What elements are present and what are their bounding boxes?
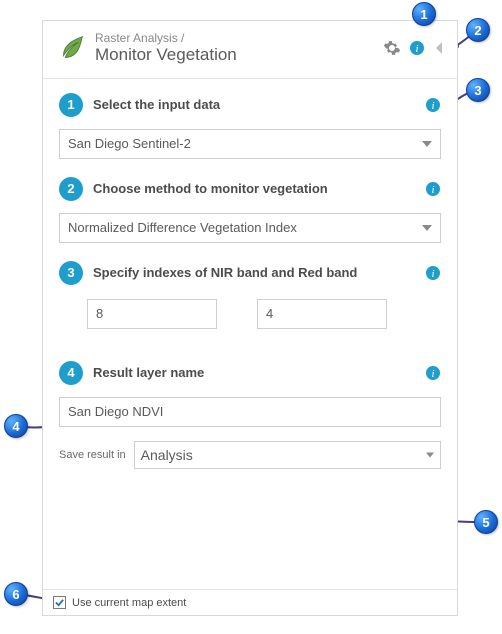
info-icon[interactable]: i xyxy=(425,265,441,281)
save-result-in-label: Save result in xyxy=(59,449,126,461)
input-layer-select[interactable]: San Diego Sentinel-2 xyxy=(59,129,441,159)
step-badge-1: 1 xyxy=(59,93,83,117)
chevron-down-icon xyxy=(422,141,432,147)
divider xyxy=(43,78,457,79)
step-label-1: Select the input data xyxy=(93,97,425,112)
info-icon[interactable]: i xyxy=(425,365,441,381)
use-current-extent-label: Use current map extent xyxy=(72,597,186,609)
method-value: Normalized Difference Vegetation Index xyxy=(68,220,297,235)
tool-icon xyxy=(55,32,87,64)
callout-2: 2 xyxy=(466,18,490,42)
step-label-3: Specify indexes of NIR band and Red band xyxy=(93,265,425,280)
save-result-in-select[interactable]: Analysis xyxy=(134,441,441,469)
step-badge-4: 4 xyxy=(59,361,83,385)
use-current-extent-checkbox[interactable] xyxy=(53,596,66,609)
svg-text:i: i xyxy=(431,268,434,280)
step-2: 2 Choose method to monitor vegetation i … xyxy=(43,171,457,255)
step-3: 3 Specify indexes of NIR band and Red ba… xyxy=(43,255,457,337)
step-1: 1 Select the input data i San Diego Sent… xyxy=(43,87,457,171)
step-4: 4 Result layer name i Save result in Ana… xyxy=(43,355,457,473)
callout-5: 5 xyxy=(474,510,498,534)
svg-text:i: i xyxy=(431,100,434,112)
chevron-down-icon xyxy=(422,225,432,231)
info-icon[interactable]: i xyxy=(409,40,425,56)
info-icon[interactable]: i xyxy=(425,97,441,113)
callout-3: 3 xyxy=(466,78,490,102)
page-title: Monitor Vegetation xyxy=(95,45,383,65)
input-layer-value: San Diego Sentinel-2 xyxy=(68,136,191,151)
nir-band-input[interactable] xyxy=(87,299,217,329)
breadcrumb: Raster Analysis / xyxy=(95,31,383,45)
result-layer-name-input[interactable] xyxy=(59,397,441,427)
step-badge-2: 2 xyxy=(59,177,83,201)
method-select[interactable]: Normalized Difference Vegetation Index xyxy=(59,213,441,243)
raster-analysis-panel: Raster Analysis / Monitor Vegetation i 1… xyxy=(42,20,458,616)
chevron-down-icon xyxy=(426,452,434,457)
svg-text:i: i xyxy=(431,184,434,196)
panel-header: Raster Analysis / Monitor Vegetation i xyxy=(43,21,457,74)
red-band-input[interactable] xyxy=(257,299,387,329)
save-result-in-value: Analysis xyxy=(141,447,193,463)
collapse-icon[interactable] xyxy=(433,40,445,56)
callout-6: 6 xyxy=(4,582,28,606)
svg-text:i: i xyxy=(415,43,418,55)
svg-text:i: i xyxy=(431,368,434,380)
gear-icon[interactable] xyxy=(383,39,401,57)
callout-4: 4 xyxy=(4,414,28,438)
step-label-2: Choose method to monitor vegetation xyxy=(93,181,425,196)
step-label-4: Result layer name xyxy=(93,365,425,380)
panel-footer: Use current map extent xyxy=(43,589,457,615)
info-icon[interactable]: i xyxy=(425,181,441,197)
step-badge-3: 3 xyxy=(59,261,83,285)
